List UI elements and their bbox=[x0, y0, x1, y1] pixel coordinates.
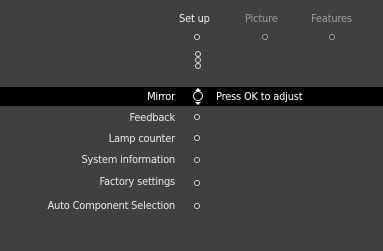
system-information-indicator-icon bbox=[194, 157, 200, 163]
lamp-counter-indicator-icon bbox=[194, 135, 200, 141]
tab-picture[interactable]: Picture bbox=[245, 12, 278, 25]
tab-features-indicator-icon bbox=[329, 34, 335, 40]
auto-component-selection-indicator-icon bbox=[194, 203, 200, 209]
menu-item-auto-component-selection[interactable]: Auto Component Selection bbox=[47, 199, 175, 212]
factory-settings-indicator-icon bbox=[194, 180, 200, 186]
tab-features[interactable]: Features bbox=[311, 12, 352, 25]
adjust-hint: Press OK to adjust bbox=[216, 90, 303, 103]
menu-item-feedback[interactable]: Feedback bbox=[130, 111, 176, 124]
menu-item-lamp-counter[interactable]: Lamp counter bbox=[109, 132, 176, 145]
menu-item-mirror[interactable]: Mirror bbox=[147, 90, 175, 103]
menu-item-system-information[interactable]: System information bbox=[81, 153, 175, 166]
navigate-up-down-icon bbox=[191, 88, 205, 105]
tab-set-up-indicator-icon bbox=[194, 34, 200, 40]
menu-item-factory-settings[interactable]: Factory settings bbox=[100, 175, 176, 188]
tab-picture-indicator-icon bbox=[262, 34, 268, 40]
submenu-dots-icon bbox=[194, 51, 202, 70]
setup-menu-screen: Set up Picture Features Mirror Feedback … bbox=[0, 0, 383, 251]
tab-set-up[interactable]: Set up bbox=[179, 12, 210, 25]
feedback-indicator-icon bbox=[194, 114, 200, 120]
